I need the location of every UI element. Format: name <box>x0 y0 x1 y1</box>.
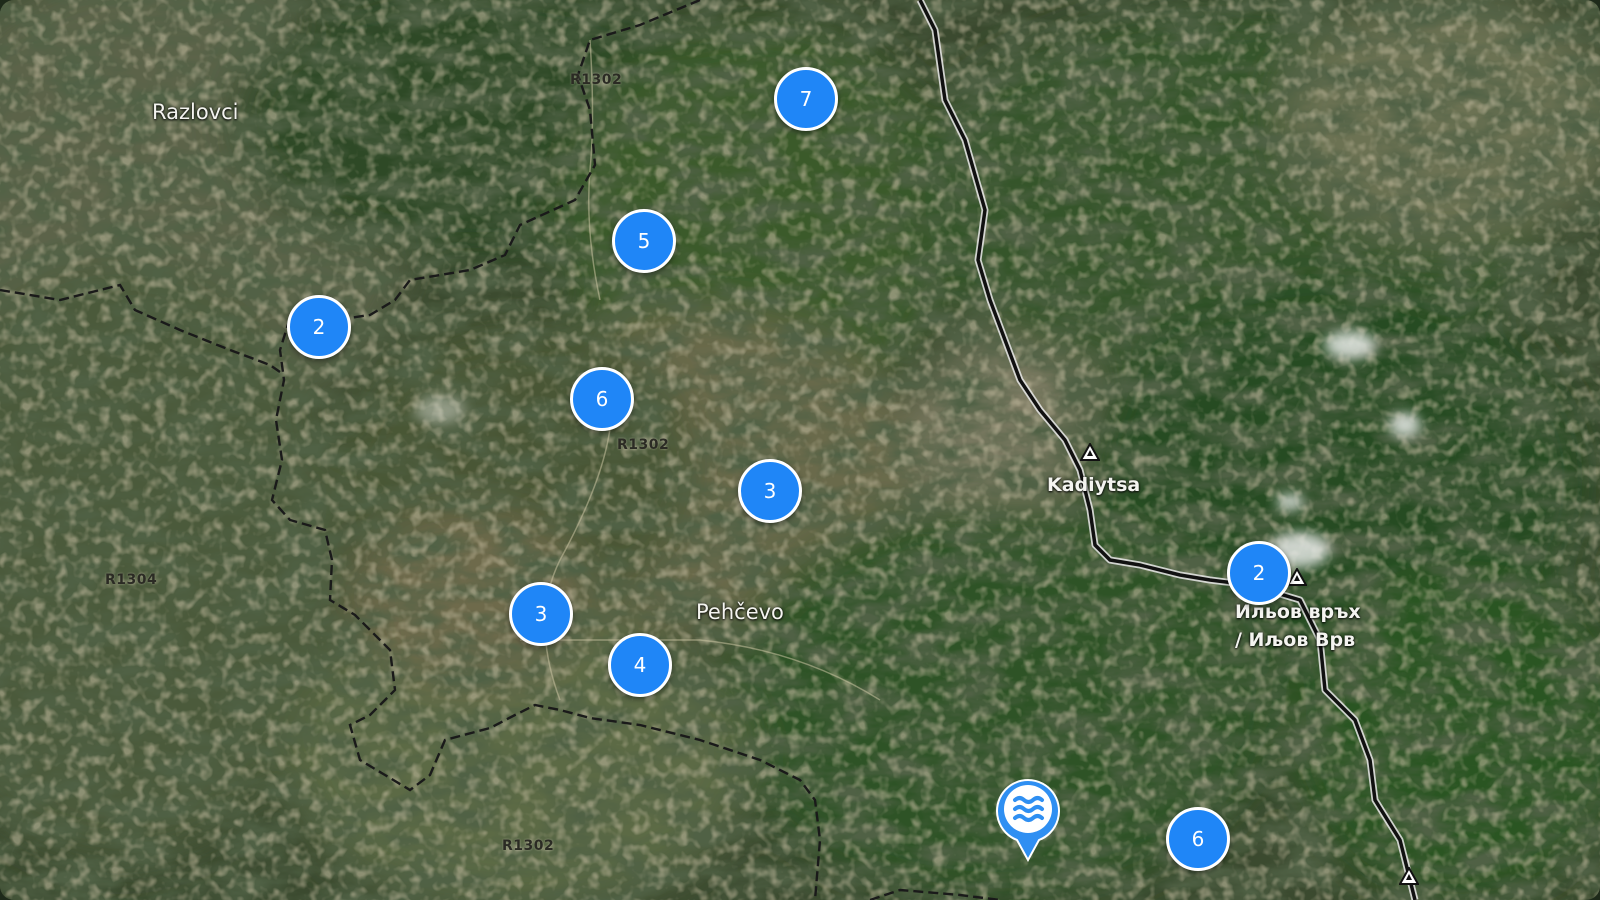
place-label-ilyov-vrah: Ильов връх / Иљов Врв <box>1235 601 1361 651</box>
place-label-razlovci: Razlovci <box>152 100 239 124</box>
cluster-marker[interactable]: 5 <box>612 209 676 273</box>
map-view[interactable]: Razlovci Pehčevo Kadiytsa Ильов връх / И… <box>0 0 1600 900</box>
water-waves-icon[interactable] <box>995 776 1061 862</box>
road-label: R1302 <box>617 437 670 453</box>
peak-triangle-icon <box>1399 867 1419 885</box>
cluster-marker[interactable]: 3 <box>509 582 573 646</box>
road-label: R1302 <box>502 838 555 854</box>
road-label: R1302 <box>570 72 623 88</box>
place-label-kadiytsa: Kadiytsa <box>1047 474 1141 496</box>
road-label: R1304 <box>105 572 158 588</box>
cluster-marker[interactable]: 6 <box>570 367 634 431</box>
cluster-marker[interactable]: 6 <box>1166 807 1230 871</box>
cluster-marker[interactable]: 3 <box>738 459 802 523</box>
satellite-terrain <box>0 0 1600 900</box>
cluster-marker[interactable]: 4 <box>608 633 672 697</box>
cluster-marker[interactable]: 7 <box>774 67 838 131</box>
peak-triangle-icon <box>1080 443 1100 461</box>
cluster-marker[interactable]: 2 <box>1227 541 1291 605</box>
cluster-marker[interactable]: 2 <box>287 295 351 359</box>
place-label-pehcevo: Pehčevo <box>696 600 784 624</box>
